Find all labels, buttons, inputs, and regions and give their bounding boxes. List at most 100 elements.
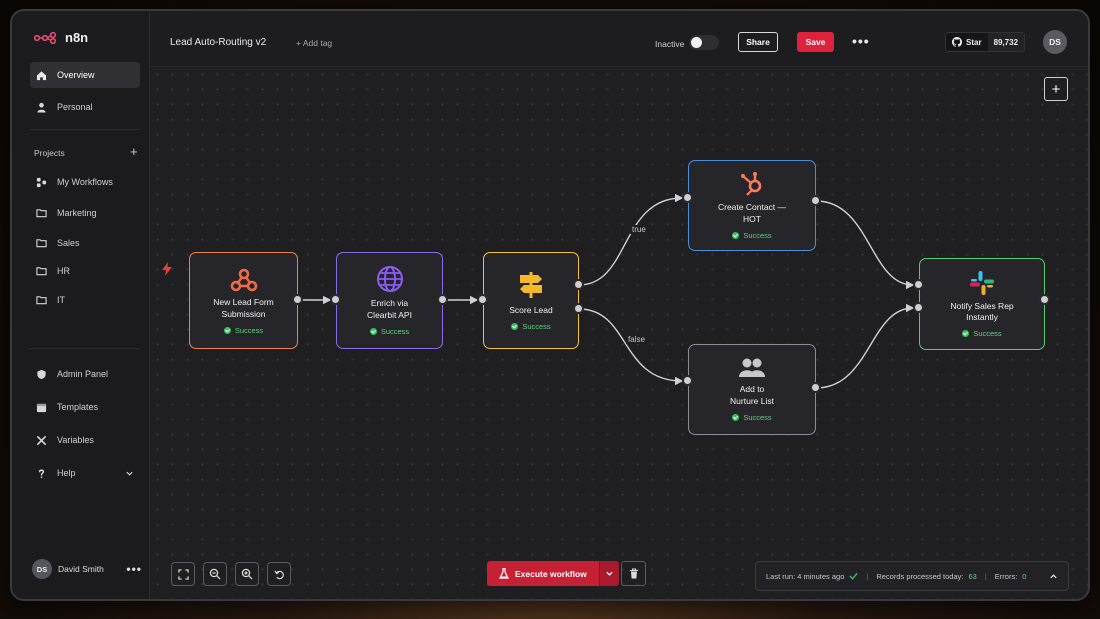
branch-false-label: false [626, 335, 647, 344]
sidebar-item-hr[interactable]: HR [30, 258, 140, 284]
input-port[interactable] [477, 294, 488, 305]
check-icon [849, 572, 859, 580]
chevron-up-icon[interactable] [1049, 572, 1058, 581]
user-menu[interactable]: DS David Smith ••• [32, 559, 142, 579]
reset-zoom-button[interactable] [267, 562, 291, 586]
divider [30, 129, 140, 130]
last-run-text: Last run: 4 minutes ago [766, 571, 845, 581]
add-tag-button[interactable]: + Add tag [296, 38, 332, 48]
help-icon [38, 469, 45, 478]
node-notify-sales-rep[interactable]: Notify Sales Rep Instantly Success [919, 258, 1045, 350]
folder-icon [36, 296, 47, 305]
save-button[interactable]: Save [797, 32, 834, 52]
node-create-contact-hot[interactable]: Create Contact — HOT Success [688, 160, 816, 251]
zoom-in-button[interactable] [203, 562, 227, 586]
fit-view-icon [177, 568, 189, 580]
sidebar: n8n Overview Personal Projects + My Work… [12, 11, 150, 599]
more-options-icon[interactable]: ••• [126, 562, 142, 576]
node-title: Notify Sales Rep Instantly [950, 300, 1014, 322]
sidebar-item-marketing[interactable]: Marketing [30, 200, 140, 226]
success-icon [962, 330, 970, 338]
success-icon [223, 326, 231, 334]
connection [815, 200, 915, 290]
folder-icon [36, 209, 47, 218]
zoom-in-icon [209, 568, 221, 580]
n8n-logo[interactable]: n8n [34, 30, 88, 45]
avatar: DS [32, 559, 52, 579]
node-add-to-nurture-list[interactable]: Add to Nurture List Success [688, 344, 816, 435]
sidebar-item-label: Admin Panel [57, 369, 109, 379]
node-status: Success [962, 329, 1002, 338]
node-status: Success [511, 322, 551, 331]
flask-icon [499, 568, 509, 579]
zoom-out-button[interactable] [235, 562, 259, 586]
output-port-true[interactable] [573, 279, 584, 290]
input-port[interactable] [682, 375, 693, 386]
workflow-canvas[interactable]: + true false New Lead Form Submission Su… [150, 67, 1088, 599]
template-icon [36, 403, 47, 412]
sidebar-item-it[interactable]: IT [30, 287, 140, 313]
success-icon [369, 327, 377, 335]
sidebar-item-label: IT [57, 295, 65, 305]
webhook-icon [230, 268, 257, 292]
node-new-lead-form[interactable]: New Lead Form Submission Success [189, 252, 298, 349]
workflow-title[interactable]: Lead Auto-Routing v2 [170, 37, 266, 48]
output-port[interactable] [810, 195, 821, 206]
separator: | [866, 571, 869, 581]
sidebar-item-label: My Workflows [57, 177, 113, 187]
sidebar-item-label: Marketing [57, 208, 97, 218]
sidebar-item-admin-panel[interactable]: Admin Panel [30, 361, 140, 387]
hubspot-icon [741, 172, 762, 196]
node-title: Score Lead [509, 304, 553, 315]
sidebar-item-label: HR [57, 266, 70, 276]
add-project-icon[interactable]: + [130, 145, 138, 158]
success-icon [732, 413, 740, 421]
node-status: Success [732, 231, 772, 240]
zoom-to-fit-button[interactable] [171, 562, 195, 586]
execute-workflow-button[interactable]: Execute workflow [487, 561, 619, 586]
node-title: Create Contact — HOT [717, 202, 787, 224]
more-options-icon[interactable]: ••• [852, 33, 870, 49]
input-port[interactable] [913, 279, 924, 290]
user-icon [37, 102, 46, 113]
zoom-out-icon [241, 568, 253, 580]
input-port[interactable] [913, 302, 924, 313]
node-score-lead[interactable]: Score Lead Success [483, 252, 579, 349]
output-port[interactable] [1039, 294, 1050, 305]
execution-status-bar: Last run: 4 minutes ago | Records proces… [755, 561, 1069, 591]
errors-label: Errors: [994, 571, 1018, 581]
sidebar-item-templates[interactable]: Templates [30, 394, 140, 420]
home-icon [36, 70, 47, 80]
sidebar-item-personal[interactable]: Personal [30, 94, 140, 120]
input-port[interactable] [682, 192, 693, 203]
github-star-button[interactable]: Star 89,732 [945, 32, 1026, 52]
output-port[interactable] [437, 294, 448, 305]
sidebar-item-help[interactable]: Help [30, 460, 140, 486]
folder-icon [36, 267, 47, 276]
sidebar-item-sales[interactable]: Sales [30, 230, 140, 256]
output-port-false[interactable] [573, 303, 584, 314]
separator: | [984, 571, 987, 581]
share-button[interactable]: Share [738, 32, 778, 52]
active-toggle[interactable] [689, 35, 719, 50]
sidebar-item-overview[interactable]: Overview [30, 62, 140, 88]
divider [30, 348, 140, 349]
input-port[interactable] [330, 294, 341, 305]
sidebar-item-my-workflows[interactable]: My Workflows [30, 169, 140, 195]
output-port[interactable] [292, 294, 303, 305]
success-icon [511, 323, 519, 331]
n8n-logo-icon [34, 31, 57, 44]
sidebar-item-variables[interactable]: Variables [30, 427, 140, 453]
undo-icon [273, 570, 284, 579]
sidebar-item-label: Help [57, 468, 76, 478]
github-star-label: Star [966, 37, 982, 47]
node-status: Success [369, 327, 409, 336]
output-port[interactable] [810, 382, 821, 393]
execute-options-dropdown[interactable] [598, 561, 619, 586]
clear-execution-button[interactable] [621, 561, 646, 586]
errors-value: 0 [1022, 571, 1027, 581]
avatar[interactable]: DS [1043, 30, 1067, 54]
node-status: Success [223, 326, 263, 335]
node-enrich-clearbit[interactable]: Enrich via Clearbit API Success [336, 252, 443, 349]
sidebar-item-label: Variables [57, 435, 94, 445]
